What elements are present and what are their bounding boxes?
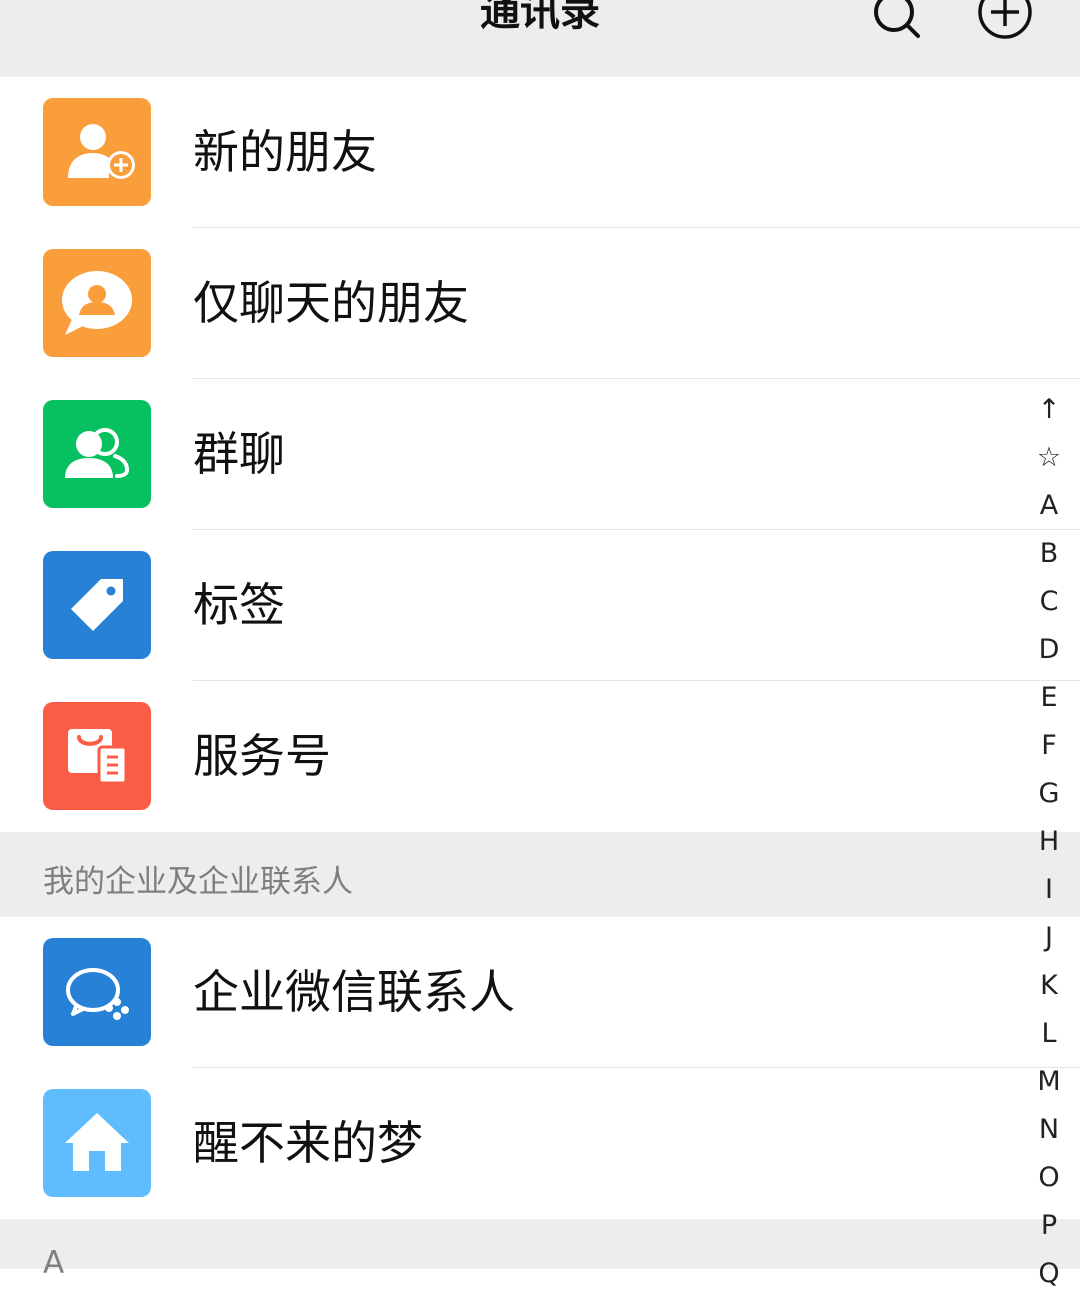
- index-letter-e[interactable]: E: [1018, 674, 1080, 722]
- new-friends-row[interactable]: 新的朋友: [0, 77, 1080, 228]
- row-label: 标签: [193, 578, 285, 632]
- index-top[interactable]: ↑: [1018, 386, 1080, 434]
- row-label: 新的朋友: [193, 125, 377, 179]
- tags-row[interactable]: 标签: [0, 530, 1080, 681]
- index-letter-q[interactable]: Q: [1018, 1250, 1080, 1298]
- chat-only-friends-row[interactable]: 仅聊天的朋友: [0, 228, 1080, 379]
- index-letter-i[interactable]: I: [1018, 866, 1080, 914]
- search-icon: [874, 0, 920, 38]
- index-letter-p[interactable]: P: [1018, 1202, 1080, 1250]
- service-account-icon: [43, 702, 151, 810]
- row-label: 群聊: [193, 427, 285, 481]
- row-label: 服务号: [193, 729, 331, 783]
- top-nav-bar: 通讯录: [0, 0, 1080, 77]
- row-label: 企业微信联系人: [193, 965, 515, 1019]
- search-button[interactable]: [866, 0, 926, 46]
- index-letter-l[interactable]: L: [1018, 1010, 1080, 1058]
- group-chat-icon: [43, 400, 151, 508]
- new-friend-icon: [43, 98, 151, 206]
- index-letter-a[interactable]: A: [1018, 482, 1080, 530]
- index-letter-g[interactable]: G: [1018, 770, 1080, 818]
- index-letter-j[interactable]: J: [1018, 914, 1080, 962]
- index-letter-f[interactable]: F: [1018, 722, 1080, 770]
- tag-icon: [43, 551, 151, 659]
- enterprise-section-header: 我的企业及企业联系人: [0, 832, 1080, 917]
- section-letter: A: [43, 1245, 65, 1281]
- index-letter-o[interactable]: O: [1018, 1154, 1080, 1202]
- index-letter-c[interactable]: C: [1018, 578, 1080, 626]
- enterprise-row[interactable]: 醒不来的梦: [0, 1068, 1080, 1219]
- section-header-a: A: [0, 1219, 1080, 1281]
- index-letter-n[interactable]: N: [1018, 1106, 1080, 1154]
- wecom-contacts-row[interactable]: 企业微信联系人: [0, 917, 1080, 1068]
- section-title: 我的企业及企业联系人: [43, 864, 353, 900]
- service-accounts-row[interactable]: 服务号: [0, 681, 1080, 832]
- index-starred[interactable]: ☆: [1018, 434, 1080, 482]
- plus-circle-icon: [978, 0, 1032, 39]
- chat-only-friend-icon: [43, 249, 151, 357]
- index-letter-d[interactable]: D: [1018, 626, 1080, 674]
- index-letter-h[interactable]: H: [1018, 818, 1080, 866]
- index-letter-b[interactable]: B: [1018, 530, 1080, 578]
- row-label: 仅聊天的朋友: [193, 276, 469, 330]
- alphabet-index-bar[interactable]: ↑ ☆ A B C D E F G H I J K L M N O P Q: [1018, 386, 1080, 1298]
- row-label: 醒不来的梦: [193, 1116, 423, 1170]
- group-chats-row[interactable]: 群聊: [0, 379, 1080, 530]
- index-letter-m[interactable]: M: [1018, 1058, 1080, 1106]
- index-letter-k[interactable]: K: [1018, 962, 1080, 1010]
- wecom-contacts-icon: [43, 938, 151, 1046]
- home-icon: [43, 1089, 151, 1197]
- add-button[interactable]: [975, 0, 1035, 46]
